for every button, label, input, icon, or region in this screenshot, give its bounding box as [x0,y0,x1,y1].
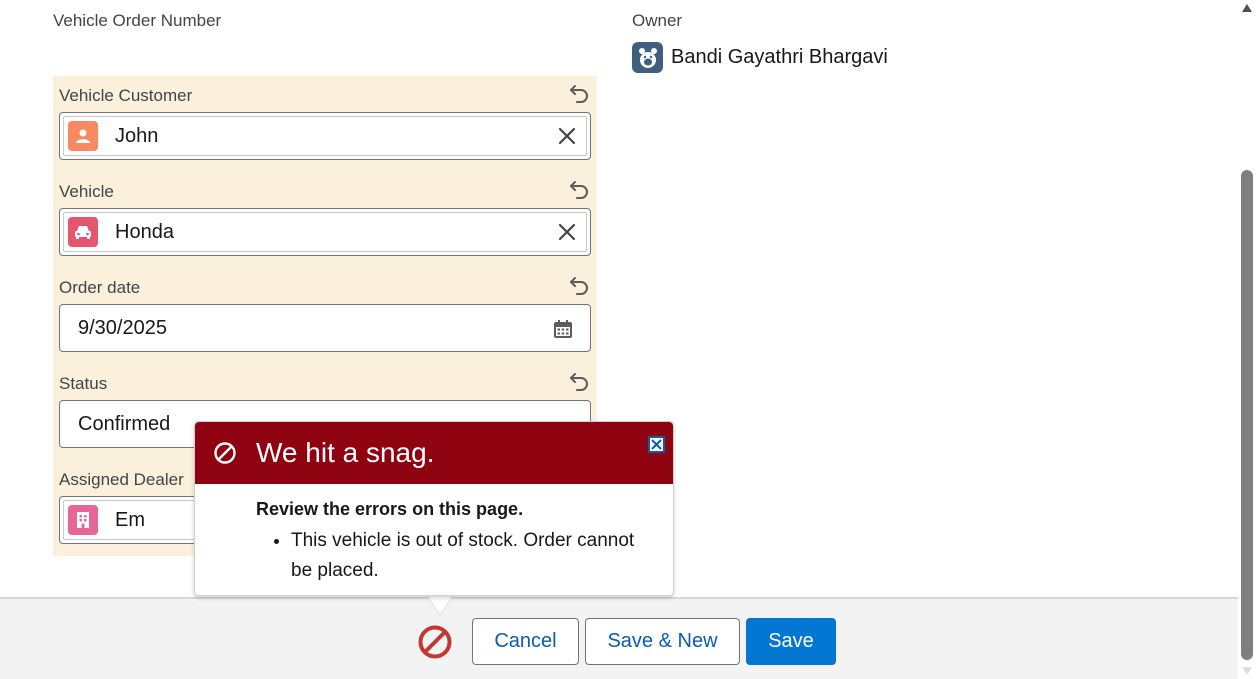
assigned-dealer-label: Assigned Dealer [59,470,184,489]
vehicle-pill[interactable]: Honda [63,212,587,252]
vehicle-value: Honda [115,220,174,243]
vehicle-customer-lookup[interactable]: John [59,112,591,160]
owner-label: Owner [632,11,683,30]
undo-icon[interactable] [568,370,590,392]
owner-avatar-icon [632,42,663,73]
error-list: This vehicle is out of stock. Order cann… [256,526,653,586]
save-button[interactable]: Save [746,618,836,665]
error-popover-header: We hit a snag. [195,422,673,484]
vehicle-order-number-label: Vehicle Order Number [53,11,222,30]
error-ban-icon [214,442,236,464]
error-list-item[interactable]: This vehicle is out of stock. Order cann… [291,526,653,586]
scroll-up-arrow-icon[interactable] [1241,2,1253,14]
owner-value: Bandi Gayathri Bhargavi [632,42,888,73]
cancel-button[interactable]: Cancel [472,618,579,665]
status-value: Confirmed [78,412,171,435]
error-popover: We hit a snag. Review the errors on this… [194,421,674,596]
undo-icon[interactable] [568,274,590,296]
order-date-label: Order date [59,278,141,297]
error-popover-title: We hit a snag. [256,437,435,468]
save-and-new-button[interactable]: Save & New [585,618,740,665]
scrollbar-thumb[interactable] [1241,170,1253,660]
undo-icon[interactable] [568,178,590,200]
assigned-dealer-value: Em [115,508,145,531]
error-ban-icon[interactable] [418,625,452,659]
building-icon [68,505,98,535]
vehicle-label: Vehicle [59,182,114,201]
clear-icon[interactable] [558,223,576,241]
vehicle-lookup[interactable]: Honda [59,208,591,256]
error-popover-body: Review the errors on this page. This veh… [195,484,673,586]
clear-icon[interactable] [558,127,576,145]
error-popover-subtitle: Review the errors on this page. [256,499,524,519]
car-icon [68,217,98,247]
popover-nubbin [426,594,454,614]
vehicle-customer-value: John [115,124,159,147]
vehicle-customer-pill[interactable]: John [63,116,587,156]
order-date-value: 9/30/2025 [78,316,167,339]
form-footer: Cancel Save & New Save [0,597,1238,679]
vehicle-customer-label: Vehicle Customer [59,86,193,105]
undo-icon[interactable] [568,82,590,104]
calendar-icon[interactable] [553,319,573,339]
status-label: Status [59,374,108,393]
close-icon[interactable] [648,436,665,453]
scroll-down-arrow-icon[interactable] [1241,665,1253,677]
page-scrollbar[interactable] [1238,0,1256,679]
order-date-input[interactable]: 9/30/2025 [59,304,591,352]
owner-link[interactable]: Bandi Gayathri Bhargavi [671,46,888,69]
contact-icon [68,121,98,151]
